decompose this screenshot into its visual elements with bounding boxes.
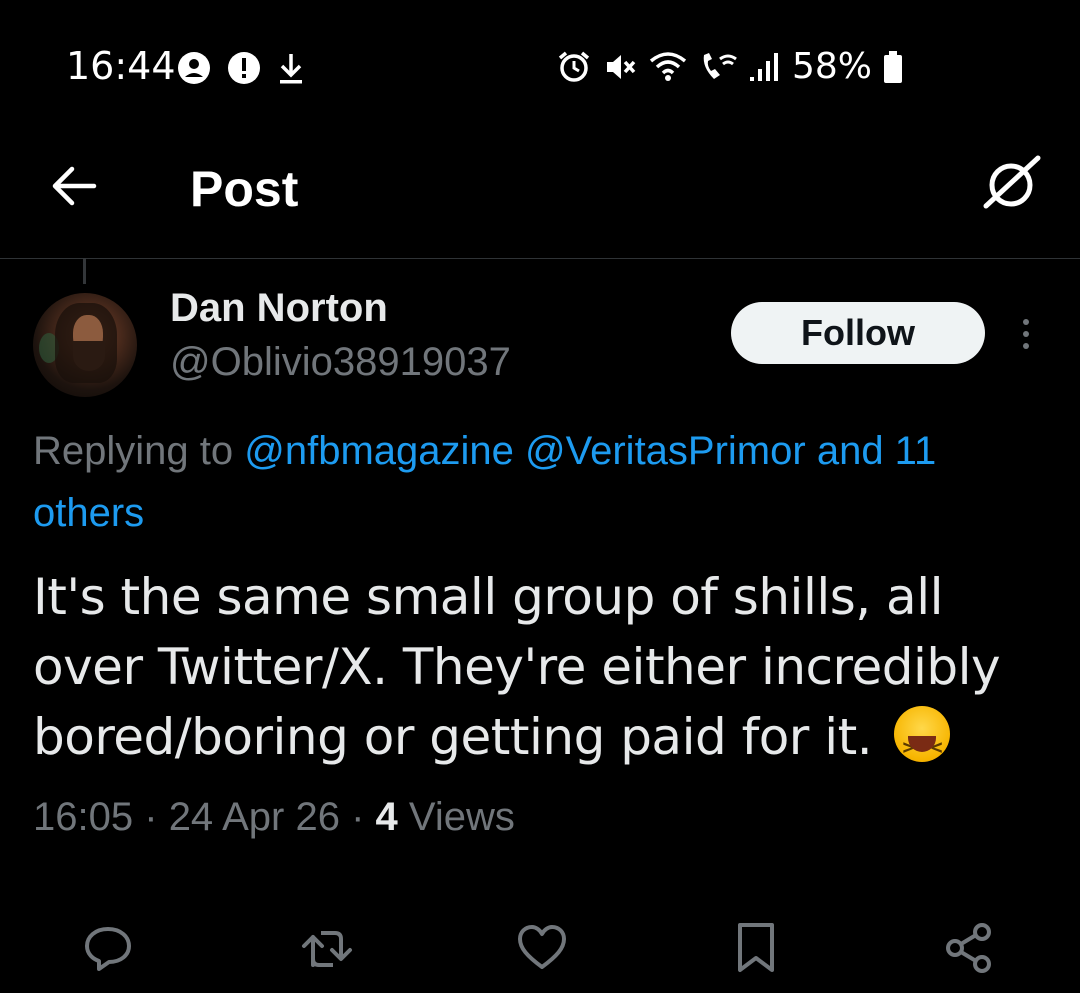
grok-button[interactable] bbox=[980, 150, 1046, 216]
reply-target-link[interactable]: @nfbmagazine bbox=[244, 429, 514, 473]
status-bar: 16:44 58% bbox=[0, 0, 1080, 130]
action-bar bbox=[0, 910, 1080, 980]
thread-connector bbox=[83, 258, 86, 284]
reply-button[interactable] bbox=[80, 920, 136, 976]
signal-icon bbox=[748, 49, 782, 85]
post-metadata: 16:05 · 24 Apr 26 · 4 Views bbox=[33, 795, 515, 840]
status-left-icons bbox=[176, 50, 306, 86]
back-button[interactable] bbox=[48, 160, 100, 212]
share-icon bbox=[946, 923, 991, 973]
more-options-button[interactable] bbox=[1008, 310, 1044, 358]
laughing-emoji-icon bbox=[893, 706, 950, 782]
reply-others-link[interactable]: and 11 bbox=[817, 429, 936, 473]
bookmark-icon bbox=[738, 923, 774, 972]
repost-button[interactable] bbox=[299, 920, 355, 976]
repost-icon bbox=[302, 931, 352, 967]
alert-icon bbox=[226, 50, 262, 86]
author-handle[interactable]: @Oblivio38919037 bbox=[170, 340, 511, 385]
alarm-icon bbox=[556, 49, 592, 85]
download-icon bbox=[276, 50, 306, 86]
screen: 16:44 58% Post Dan Norton @Oblivio389190… bbox=[0, 0, 1080, 993]
wifi-call-icon bbox=[698, 49, 738, 85]
more-dot bbox=[1023, 331, 1029, 337]
reply-others-link[interactable]: others bbox=[33, 491, 144, 535]
bookmark-button[interactable] bbox=[728, 920, 784, 976]
replying-prefix: Replying to bbox=[33, 429, 234, 473]
share-button[interactable] bbox=[942, 920, 998, 976]
replying-to: Replying to @nfbmagazine @VeritasPrimor … bbox=[33, 420, 1073, 544]
post-time[interactable]: 16:05 bbox=[33, 795, 133, 839]
arrow-left-icon bbox=[52, 166, 97, 206]
top-app-bar: Post bbox=[0, 130, 1080, 259]
account-icon bbox=[176, 50, 212, 86]
avatar[interactable] bbox=[33, 293, 137, 397]
reply-icon bbox=[85, 927, 131, 971]
meta-separator: · bbox=[351, 795, 365, 839]
battery-percent: 58% bbox=[791, 46, 872, 87]
like-button[interactable] bbox=[514, 920, 570, 976]
battery-icon bbox=[882, 49, 904, 85]
status-time: 16:44 bbox=[66, 44, 176, 88]
more-dot bbox=[1023, 319, 1029, 325]
more-dot bbox=[1023, 343, 1029, 349]
post-body: It's the same small group of shills, all… bbox=[33, 562, 1053, 782]
views-label: Views bbox=[408, 795, 515, 839]
reply-target-link[interactable]: @VeritasPrimor bbox=[525, 429, 806, 473]
post-date[interactable]: 24 Apr 26 bbox=[169, 795, 340, 839]
page-title: Post bbox=[190, 161, 299, 217]
wifi-icon bbox=[648, 49, 688, 85]
meta-separator: · bbox=[144, 795, 158, 839]
grok-icon bbox=[983, 155, 1041, 209]
status-right-icons: 58% bbox=[556, 46, 904, 87]
mute-icon bbox=[602, 49, 638, 85]
author-display-name[interactable]: Dan Norton bbox=[170, 286, 388, 331]
follow-button[interactable]: Follow bbox=[731, 302, 985, 364]
views-count: 4 bbox=[375, 795, 398, 839]
like-icon bbox=[518, 925, 566, 969]
post-text: It's the same small group of shills, all… bbox=[33, 568, 1001, 766]
